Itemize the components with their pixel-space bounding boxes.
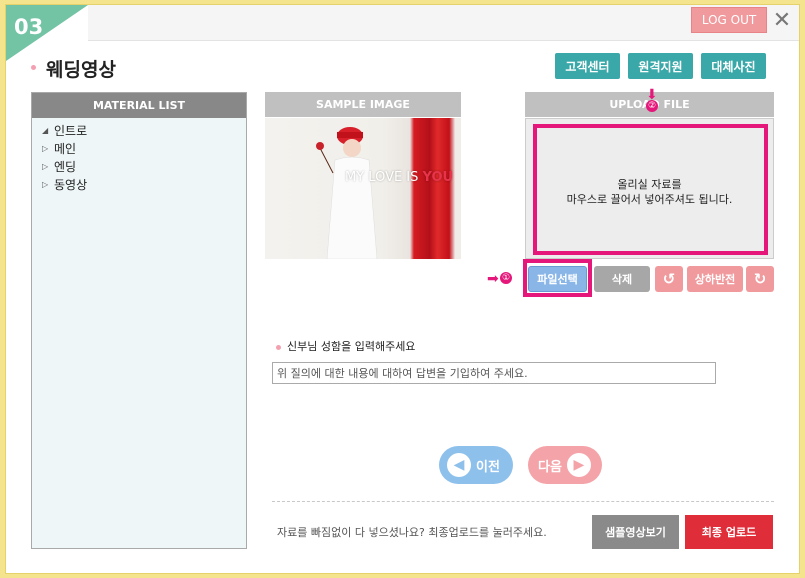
material-list-panel: MATERIAL LIST ◢ 인트로 ▷ 메인 ▷ 엔딩 ▷ 동영상: [31, 92, 247, 549]
tree-item-label: 엔딩: [54, 159, 77, 174]
sample-overlay-text: MY LOVE IS YOU: [345, 170, 454, 185]
step-number: 03: [14, 15, 44, 39]
collapsed-arrow-icon[interactable]: ▷: [42, 162, 54, 171]
customer-center-button[interactable]: 고객센터: [555, 53, 620, 79]
expanded-arrow-icon[interactable]: ◢: [42, 126, 54, 135]
rotate-left-icon[interactable]: ↺: [655, 266, 683, 292]
bride-illustration: [316, 127, 378, 259]
logout-button[interactable]: LOG OUT: [691, 7, 767, 33]
sample-video-button[interactable]: 샘플영상보기: [592, 515, 679, 549]
tree-item-intro[interactable]: ◢ 인트로: [32, 121, 246, 139]
tree-item-ending[interactable]: ▷ 엔딩: [32, 157, 246, 175]
arrow-left-icon: ◀: [447, 453, 471, 477]
question-label: 신부님 성함을 입력해주세요: [287, 340, 416, 353]
question-bullet: [276, 345, 281, 350]
tree-item-main[interactable]: ▷ 메인: [32, 139, 246, 157]
arrow-right-icon: ▶: [566, 453, 591, 477]
collapsed-arrow-icon[interactable]: ▷: [42, 144, 54, 153]
tree-item-label: 인트로: [54, 123, 88, 138]
step-marker-2: ②: [646, 100, 658, 112]
right-arrow-icon: ➡: [487, 271, 499, 287]
replacement-photo-button[interactable]: 대체사진: [701, 53, 766, 79]
upload-instructions: 올리실 자료를 마우스로 끌어서 넣어주셔도 됩니다.: [566, 178, 733, 206]
app-frame: 03 LOG OUT ✕ 웨딩영상 고객센터 원격지원 대체사진 MATERIA…: [5, 4, 800, 574]
sample-image-header: SAMPLE IMAGE: [265, 92, 461, 117]
prev-button[interactable]: ◀ 이전: [439, 446, 513, 484]
sample-image: MY LOVE IS YOU: [265, 118, 461, 259]
close-icon[interactable]: ✕: [769, 6, 795, 34]
collapsed-arrow-icon[interactable]: ▷: [42, 180, 54, 189]
tree-item-video[interactable]: ▷ 동영상: [32, 175, 246, 193]
top-bar: LOG OUT ✕: [88, 5, 799, 41]
rotate-right-icon[interactable]: ↻: [746, 266, 774, 292]
material-tree: ◢ 인트로 ▷ 메인 ▷ 엔딩 ▷ 동영상: [32, 118, 246, 193]
delete-button[interactable]: 삭제: [594, 266, 650, 292]
file-select-button[interactable]: 파일선택: [528, 266, 587, 292]
footer-message: 자료를 빠짐없이 다 넣으셨나요? 최종업로드를 눌러주세요.: [277, 526, 547, 539]
remote-support-button[interactable]: 원격지원: [628, 53, 693, 79]
next-button[interactable]: 다음 ▶: [528, 446, 602, 484]
flip-vertical-button[interactable]: 상하반전: [687, 266, 743, 292]
title-bullet: [31, 65, 36, 70]
tree-item-label: 메인: [54, 141, 77, 156]
final-upload-button[interactable]: 최종 업로드: [685, 515, 773, 549]
page-title: 웨딩영상: [46, 59, 116, 81]
answer-input[interactable]: [272, 362, 716, 384]
step-marker-1: ①: [500, 272, 512, 284]
tree-item-label: 동영상: [54, 177, 88, 192]
material-list-header: MATERIAL LIST: [32, 93, 246, 118]
footer-divider: [272, 501, 774, 502]
